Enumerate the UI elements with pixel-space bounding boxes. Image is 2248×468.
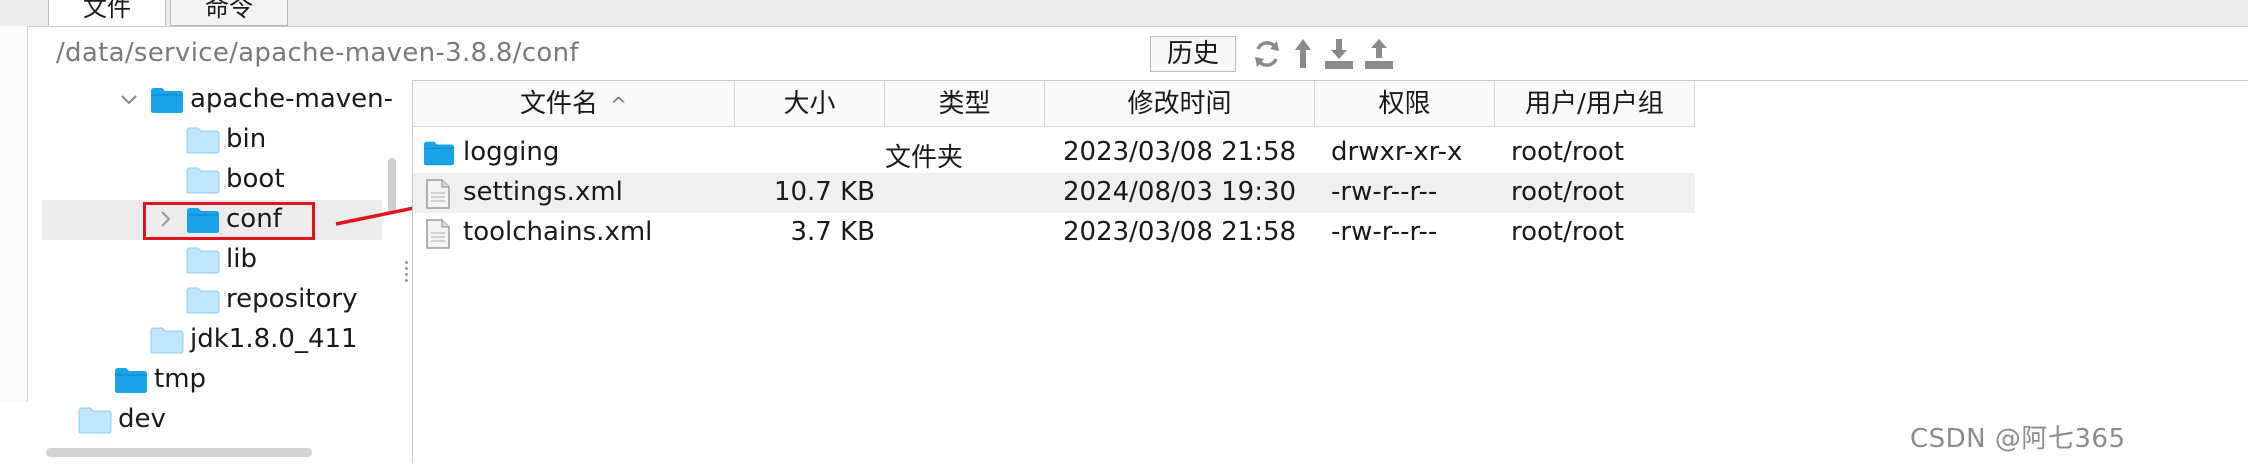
file-size: 10.7 KB bbox=[773, 177, 875, 207]
file-size: 3.7 KB bbox=[790, 217, 876, 247]
file-icon bbox=[426, 179, 450, 209]
tree-item-apache-maven[interactable]: apache-maven- bbox=[42, 80, 393, 120]
download-icon[interactable] bbox=[1322, 36, 1356, 72]
left-border-strip bbox=[0, 26, 28, 402]
tree-item-label: tmp bbox=[154, 364, 207, 394]
file-modified: 2023/03/08 21:58 bbox=[1063, 217, 1297, 247]
refresh-icon[interactable] bbox=[1250, 36, 1284, 72]
file-name: logging bbox=[463, 137, 560, 167]
tree-item-label: boot bbox=[226, 164, 285, 194]
tree-horizontal-scrollbar[interactable] bbox=[46, 448, 312, 457]
file-name: toolchains.xml bbox=[463, 217, 653, 247]
tab-files[interactable]: 文件 bbox=[48, 0, 166, 26]
folder-icon bbox=[186, 167, 220, 194]
tree-item-lib[interactable]: lib bbox=[42, 240, 382, 280]
file-row[interactable]: logging 文件夹 2023/03/08 21:58 drwxr-xr-x … bbox=[413, 133, 1695, 173]
column-header-type[interactable]: 类型 bbox=[885, 81, 1045, 127]
tree-item-label: bin bbox=[226, 124, 267, 154]
tree-item-label: dev bbox=[118, 404, 166, 434]
tree-item-label: lib bbox=[226, 244, 257, 274]
tree-item-jdk[interactable]: jdk1.8.0_411 bbox=[42, 320, 382, 360]
panel-splitter-handle[interactable] bbox=[404, 258, 410, 286]
history-button[interactable]: 历史 bbox=[1150, 36, 1236, 72]
file-permissions: -rw-r--r-- bbox=[1331, 217, 1438, 247]
tree-item-label: jdk1.8.0_411 bbox=[190, 324, 358, 354]
file-icon bbox=[426, 219, 450, 249]
tree-item-bin[interactable]: bin bbox=[42, 120, 382, 160]
folder-icon bbox=[186, 127, 220, 154]
folder-icon bbox=[186, 287, 220, 314]
column-header-size[interactable]: 大小 bbox=[735, 81, 885, 127]
tree-item-dev[interactable]: dev bbox=[42, 400, 382, 440]
tree-item-label: apache-maven- bbox=[190, 84, 394, 114]
tree-item-tmp[interactable]: tmp bbox=[42, 360, 382, 400]
upload-icon[interactable] bbox=[1362, 36, 1396, 72]
column-header-name-label: 文件名 bbox=[519, 89, 598, 119]
column-header-owner[interactable]: 用户/用户组 bbox=[1495, 81, 1695, 127]
folder-icon bbox=[78, 407, 112, 434]
highlight-box bbox=[143, 202, 315, 240]
chevron-down-icon[interactable] bbox=[118, 88, 140, 110]
tree-item-label: repository bbox=[226, 284, 358, 314]
folder-icon bbox=[115, 368, 147, 393]
file-list: 文件名 ^ 大小 类型 修改时间 权限 用户/用户组 logging 文件夹 2… bbox=[412, 80, 2248, 463]
file-permissions: drwxr-xr-x bbox=[1331, 137, 1463, 167]
column-header-modified[interactable]: 修改时间 bbox=[1045, 81, 1315, 127]
file-modified: 2023/03/08 21:58 bbox=[1063, 137, 1297, 167]
file-row[interactable]: toolchains.xml 3.7 KB 2023/03/08 21:58 -… bbox=[413, 213, 1695, 253]
folder-icon bbox=[186, 247, 220, 274]
path-toolbar: /data/service/apache-maven-3.8.8/conf 历史 bbox=[50, 36, 2248, 76]
tab-bar: 文件 命令 bbox=[0, 0, 2248, 27]
file-permissions: -rw-r--r-- bbox=[1331, 177, 1438, 207]
folder-icon bbox=[150, 327, 184, 354]
folder-icon bbox=[423, 141, 455, 166]
column-header-permissions[interactable]: 权限 bbox=[1315, 81, 1495, 127]
tab-commands[interactable]: 命令 bbox=[170, 0, 288, 26]
tree-item-repository[interactable]: repository bbox=[42, 280, 382, 320]
sort-ascending-icon: ^ bbox=[610, 93, 628, 117]
file-modified: 2024/08/03 19:30 bbox=[1063, 177, 1297, 207]
path-input[interactable]: /data/service/apache-maven-3.8.8/conf bbox=[56, 38, 579, 68]
file-name: settings.xml bbox=[463, 177, 623, 207]
file-row[interactable]: settings.xml 10.7 KB 2024/08/03 19:30 -r… bbox=[413, 173, 1695, 213]
directory-tree: apache-maven- bin boot conf lib reposito… bbox=[42, 80, 400, 462]
column-header-name[interactable]: 文件名 ^ bbox=[413, 81, 735, 127]
folder-icon bbox=[151, 88, 183, 113]
file-type: 文件夹 bbox=[885, 143, 964, 173]
up-icon[interactable] bbox=[1286, 36, 1320, 72]
watermark: CSDN @阿七365 bbox=[1910, 424, 2126, 454]
file-owner: root/root bbox=[1511, 177, 1625, 207]
file-owner: root/root bbox=[1511, 217, 1625, 247]
file-owner: root/root bbox=[1511, 137, 1625, 167]
